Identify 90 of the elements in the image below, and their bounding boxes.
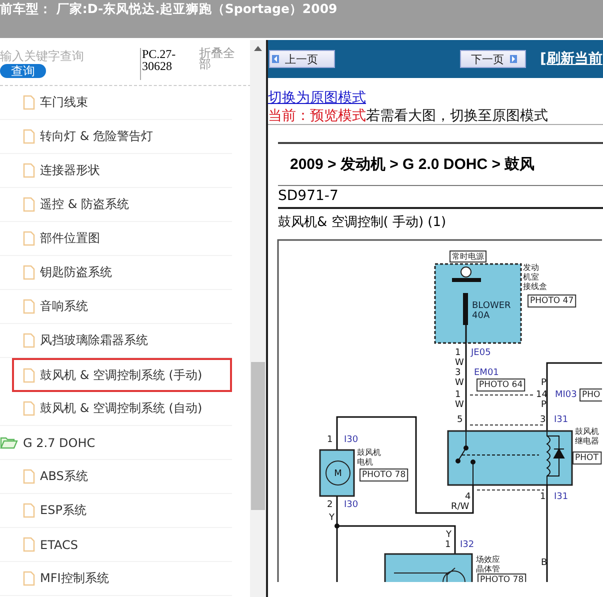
tree-item[interactable]: 钥匙防盗系统: [0, 256, 232, 290]
breadcrumb-heading: 2009 > 发动机 > G 2.0 DOHC > 鼓风: [278, 142, 603, 186]
tree-item[interactable]: ETACS: [0, 528, 232, 562]
vehicle-title: 前车型： 厂家:D-东风悦达.起亚狮跑（Sportage）2009: [0, 1, 338, 18]
pin-label: Y: [446, 530, 452, 540]
tree-item[interactable]: 遥控 & 防盗系统: [0, 188, 232, 222]
scroll-up-icon[interactable]: [254, 46, 262, 51]
part-code: PC.27-30628: [140, 48, 192, 80]
photo-reference-tag: PHOTO 78: [360, 468, 408, 482]
switch-mode-link[interactable]: 切换为原图模式: [268, 90, 603, 107]
mode-hint: 若需看大图，切换至原图模式: [366, 108, 548, 124]
document-icon: [23, 537, 35, 552]
motor-symbol: [319, 449, 355, 497]
diagram-code: SD971-7: [278, 186, 603, 209]
tree-item[interactable]: 鼓风机 & 空调控制系统 (手动): [12, 358, 232, 392]
diagram-title: 鼓风机& 空调控制( 手动) (1): [278, 214, 448, 232]
document-icon: [23, 299, 35, 314]
left-arrow-icon: [272, 55, 279, 63]
connector-label: I32: [460, 540, 474, 550]
pin-label: 1: [455, 390, 461, 400]
connector-label: MI03: [555, 390, 577, 400]
pin-label: 3: [540, 415, 546, 425]
current-mode-label: 当前：预览模式: [268, 108, 366, 124]
document-icon: [23, 333, 35, 348]
photo-reference-tag: PHO: [580, 388, 602, 402]
right-arrow-icon: [510, 55, 517, 63]
pin-label: W: [455, 378, 464, 388]
connector-label: I31: [554, 492, 568, 502]
pin-label: W: [455, 358, 464, 368]
tree-item[interactable]: 转向灯 & 危险警告灯: [0, 120, 232, 154]
document-icon: [23, 469, 35, 484]
pin-label: Y: [329, 513, 334, 523]
folder-icon: [0, 436, 18, 449]
document-icon: [23, 571, 35, 586]
scrollbar[interactable]: [250, 40, 266, 597]
document-icon: [23, 368, 35, 382]
connector-label: I31: [554, 415, 568, 425]
pin-label: B: [541, 558, 548, 568]
scroll-thumb[interactable]: [251, 362, 265, 510]
pin-label: 1: [445, 540, 451, 550]
pin-label: 1: [327, 435, 333, 445]
component-label: 发动 机室 接线盒: [523, 263, 547, 291]
pin-label: W: [455, 400, 464, 410]
document-icon: [23, 129, 35, 144]
pin-label: P: [541, 400, 546, 410]
document-icon: [23, 231, 35, 246]
pin-label: 14: [536, 390, 548, 400]
tree-item[interactable]: MFI控制系统: [0, 562, 232, 596]
tree-item[interactable]: ESP系统: [0, 494, 232, 528]
pin-label: 2: [327, 500, 333, 510]
component-label: 场效应 晶体管: [476, 555, 500, 574]
fuse-label: 40A: [472, 311, 490, 321]
component-label: 鼓风机 继电器: [575, 427, 599, 446]
power-source-tag: 常时电源: [450, 250, 486, 262]
fuse-label: BLOWER: [472, 301, 511, 311]
refresh-link[interactable]: [刷新当前: [540, 50, 602, 68]
tree-item[interactable]: 音响系统: [0, 290, 232, 324]
pin-label: 1: [540, 492, 546, 502]
tree-item[interactable]: 鼓风机 & 空调控制系统 (自动): [0, 392, 232, 426]
pin-label: 3: [455, 368, 461, 378]
pin-label: M: [334, 469, 342, 479]
search-button[interactable]: 查询: [0, 64, 46, 78]
pin-label: R/W: [451, 502, 470, 512]
component-label: 鼓风机 电机: [357, 448, 381, 466]
photo-reference-tag: PHOTO 47: [528, 294, 576, 308]
pin-label: 4: [465, 492, 471, 502]
document-icon: [23, 401, 35, 416]
tree-item[interactable]: 车门线束: [0, 86, 232, 120]
previous-page-button[interactable]: 上一页: [269, 50, 335, 68]
document-icon: [23, 163, 35, 178]
document-icon: [23, 197, 35, 212]
tree-item[interactable]: 连接器形状: [0, 154, 232, 188]
document-icon: [23, 265, 35, 280]
pin-label: 5: [457, 415, 463, 425]
document-icon: [23, 95, 35, 110]
connector-label: I30: [344, 435, 358, 445]
photo-reference-tag: PHOT: [572, 452, 602, 464]
pin-label: P: [541, 378, 546, 388]
tree-item[interactable]: ABS系统: [0, 460, 232, 494]
photo-reference-tag: PHOTO 78: [478, 574, 526, 582]
pin-label: 1: [455, 348, 461, 358]
folder-item[interactable]: G 2.7 DOHC: [0, 426, 232, 460]
tree-item[interactable]: 部件位置图: [0, 222, 232, 256]
connector-label: JE05: [471, 348, 491, 358]
next-page-button[interactable]: 下一页: [460, 50, 526, 68]
connector-label: I30: [344, 500, 358, 510]
tree-item[interactable]: 风挡玻璃除霜器系统: [0, 324, 232, 358]
photo-reference-tag: PHOTO 64: [476, 378, 526, 392]
document-icon: [23, 503, 35, 518]
connector-label: EM01: [474, 368, 499, 378]
